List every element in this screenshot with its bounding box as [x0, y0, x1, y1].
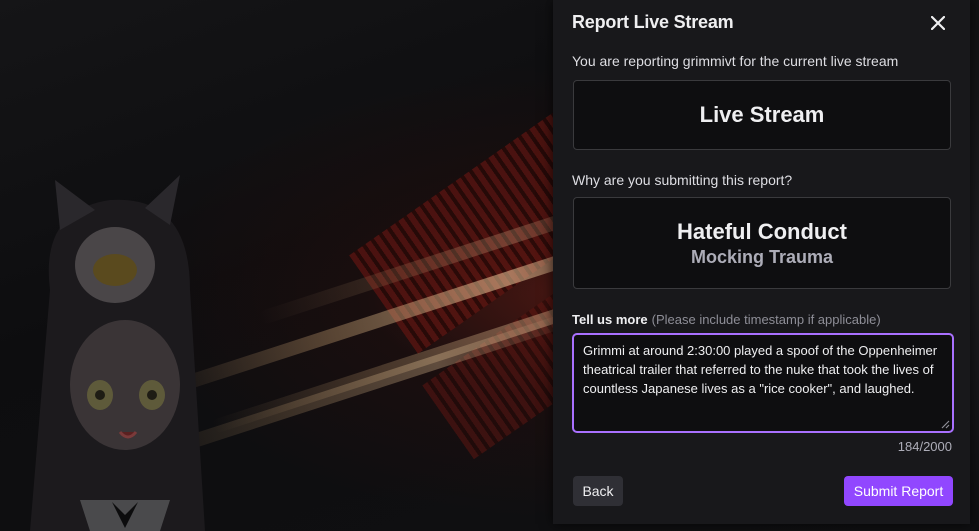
details-textarea[interactable]: Grimmi at around 2:30:00 played a spoof …	[572, 333, 954, 433]
reason-sub-label: Mocking Trauma	[690, 246, 834, 267]
close-icon	[931, 16, 945, 30]
details-label-text: Tell us more	[572, 312, 648, 327]
resize-grip-icon[interactable]	[939, 418, 950, 429]
modal-title: Report Live Stream	[572, 12, 734, 32]
details-label: Tell us more (Please include timestamp if…	[572, 312, 881, 327]
character-counter: 184/2000	[897, 439, 952, 454]
back-button[interactable]: Back	[573, 476, 623, 506]
reason-main-label: Hateful Conduct	[677, 218, 847, 244]
close-button[interactable]	[927, 12, 949, 34]
report-target-text: You are reporting grimmivt for the curre…	[572, 53, 899, 69]
reason-question: Why are you submitting this report?	[572, 172, 793, 188]
reason-card[interactable]: Hateful Conduct Mocking Trauma	[573, 197, 951, 289]
report-modal: Report Live Stream You are reporting gri…	[553, 0, 970, 524]
vtuber-avatar	[30, 175, 205, 531]
page-scrollbar[interactable]	[970, 0, 979, 531]
submit-report-button[interactable]: Submit Report	[844, 476, 953, 506]
content-type-card[interactable]: Live Stream	[573, 80, 951, 150]
details-hint: (Please include timestamp if applicable)	[651, 312, 881, 327]
content-type-label: Live Stream	[699, 102, 825, 127]
